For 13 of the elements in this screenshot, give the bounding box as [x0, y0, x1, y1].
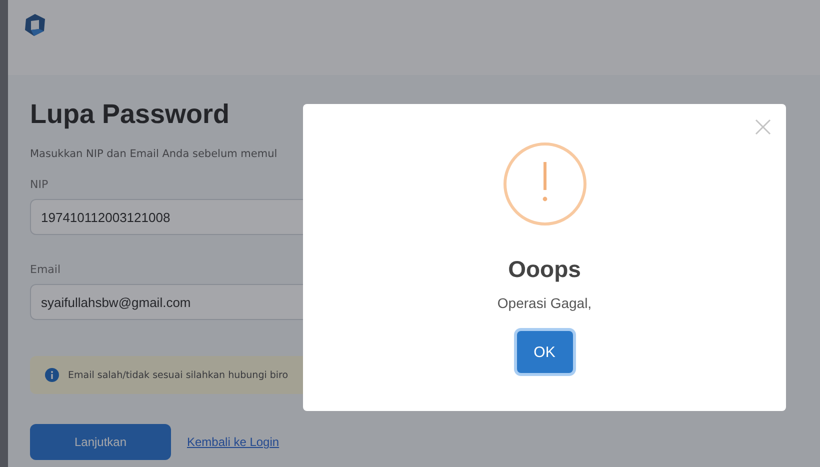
continue-button[interactable]: Lanjutkan — [30, 424, 171, 460]
warning-icon — [502, 142, 586, 226]
ok-button[interactable]: OK — [516, 331, 572, 373]
instruction-text: Masukkan NIP dan Email Anda sebelum memul — [30, 148, 278, 160]
logo-icon — [25, 14, 45, 36]
info-icon — [45, 368, 59, 382]
page-title: Lupa Password — [30, 99, 231, 130]
field-label: NIP — [30, 178, 50, 191]
dialog-title: Ooops — [508, 256, 581, 283]
back-to-login-link[interactable]: Kembali ke Login — [187, 435, 280, 449]
alert-text: Email salah/tidak sesuai silahkan hubungi biro — [68, 370, 288, 380]
field-label: Email — [30, 263, 62, 276]
close-icon[interactable] — [755, 119, 771, 135]
